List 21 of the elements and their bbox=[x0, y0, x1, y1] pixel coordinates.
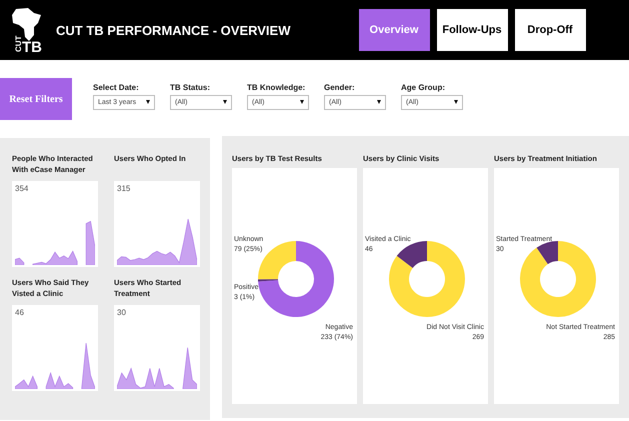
filter-label: TB Status: bbox=[170, 82, 211, 92]
reset-filters-button[interactable]: Reset Filters bbox=[0, 78, 72, 120]
caret-icon bbox=[377, 100, 381, 104]
filter-label: Age Group: bbox=[401, 82, 446, 92]
caret-icon bbox=[223, 100, 227, 104]
caret-icon bbox=[146, 100, 150, 104]
filter-label: TB Knowledge: bbox=[247, 82, 306, 92]
filter-label: Select Date: bbox=[93, 82, 140, 92]
tab[interactable]: Follow-Ups bbox=[436, 9, 508, 51]
tab[interactable]: Overview bbox=[358, 9, 430, 51]
total-value: 46 bbox=[15, 308, 24, 317]
total-value: 354 bbox=[15, 184, 28, 193]
total-value: 315 bbox=[117, 184, 130, 193]
logo-text: TB bbox=[22, 39, 42, 53]
tab[interactable]: Drop-Off bbox=[514, 9, 586, 51]
caret-icon bbox=[454, 100, 458, 104]
dashboard-title: CUT TB PERFORMANCE - OVERVIEW bbox=[56, 22, 290, 38]
filter-label: Gender: bbox=[324, 82, 356, 92]
caret-icon bbox=[300, 100, 304, 104]
total-value: 30 bbox=[117, 308, 126, 317]
logo-text: CUT bbox=[14, 36, 23, 52]
